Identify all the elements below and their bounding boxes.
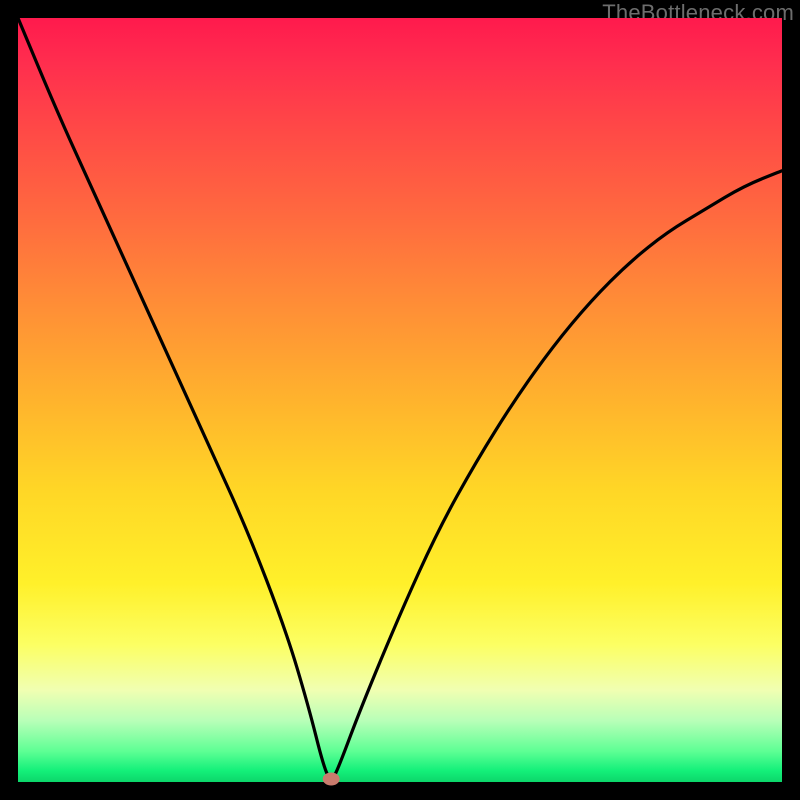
bottleneck-curve (18, 18, 782, 778)
optimal-point-marker (323, 773, 339, 785)
plot-area (18, 18, 782, 782)
curve-layer (18, 18, 782, 782)
chart-frame: TheBottleneck.com (0, 0, 800, 800)
